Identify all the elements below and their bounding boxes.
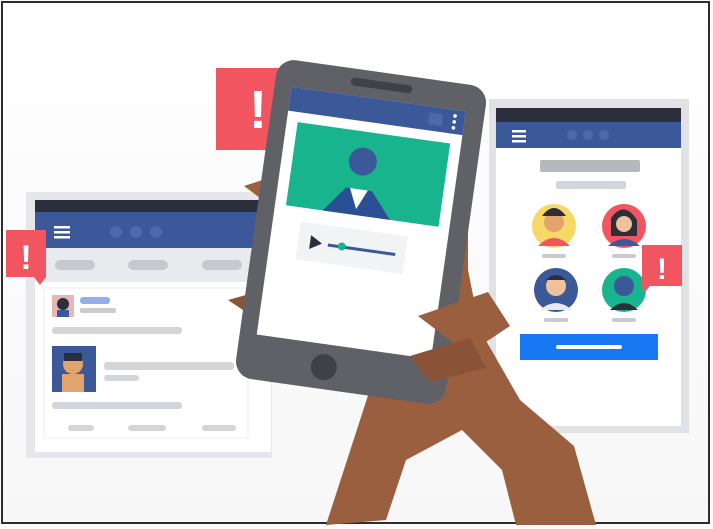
alert-badge-icon: ! — [6, 230, 46, 285]
hamburger-menu-icon — [54, 226, 70, 239]
alert-mark: ! — [20, 239, 31, 277]
hamburger-menu-icon — [512, 130, 526, 143]
alert-mark: ! — [249, 80, 267, 140]
post-thumbnail — [52, 346, 96, 392]
alert-badge-icon: ! — [642, 245, 682, 293]
facebook-security-illustration: ! ! ! — [6, 60, 689, 525]
illustration-canvas: ! ! ! — [0, 0, 713, 529]
avatar-icon — [52, 295, 74, 317]
left-browser-window — [26, 192, 272, 458]
alert-mark: ! — [657, 253, 667, 286]
